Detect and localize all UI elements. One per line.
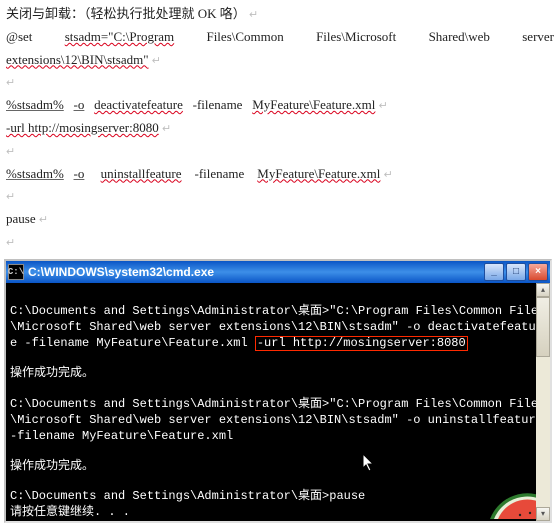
maximize-button[interactable]: □: [506, 263, 526, 281]
document-area: 关闭与卸载：（轻松执行批处理就 OK 咯） ↵ @set stsadm="C:\…: [0, 0, 560, 253]
para-mark: ↵: [162, 123, 171, 135]
console-line: C:\Documents and Settings\Administrator\…: [10, 396, 546, 445]
console-line: C:\Documents and Settings\Administrator\…: [10, 303, 546, 352]
t: Files\Microsoft: [316, 29, 396, 44]
t: MyFeature\Feature.xml: [257, 166, 380, 181]
t: -url http://mosingserver:8080: [6, 120, 159, 135]
para-mark: ↵: [384, 169, 393, 181]
para-mark: ↵: [379, 100, 388, 112]
t: deactivatefeature: [94, 97, 183, 112]
t: %stsadm%: [6, 166, 64, 181]
cmd-icon: C:\: [8, 264, 24, 280]
t: pause: [6, 211, 36, 226]
para-mark: ↵: [6, 237, 15, 249]
para-mark: ↵: [249, 9, 258, 21]
t-stsadm: stsadm="C:\Program: [65, 29, 174, 44]
window-title: C:\WINDOWS\system32\cmd.exe: [28, 265, 484, 279]
vertical-scrollbar[interactable]: ▴ ▾: [536, 283, 550, 521]
blank-para: ↵: [6, 141, 554, 162]
code-line-6: pause ↵: [6, 209, 554, 230]
t: -o: [74, 97, 85, 112]
code-line-5: %stsadm% -o uninstallfeature -filename M…: [6, 164, 554, 185]
code-line-4: -url http://mosingserver:8080 ↵: [6, 118, 554, 139]
highlighted-url: -url http://mosingserver:8080: [255, 336, 468, 351]
t: %stsadm%: [6, 97, 64, 112]
t: extensions\12\BIN\stsadm": [6, 52, 149, 67]
para-mark: ↵: [6, 191, 15, 203]
para-mark: ↵: [39, 214, 48, 226]
blank-para: ↵: [6, 186, 554, 207]
para-mark: ↵: [6, 77, 15, 89]
console-line-success: 操作成功完成。: [10, 458, 546, 474]
console-line: 请按任意键继续. . .: [10, 504, 546, 520]
blank-para: ↵: [6, 232, 554, 253]
titlebar[interactable]: C:\ C:\WINDOWS\system32\cmd.exe _ □ ×: [6, 261, 550, 283]
code-line-2: extensions\12\BIN\stsadm" ↵: [6, 50, 554, 71]
t: -filename: [194, 166, 244, 181]
t: @set: [6, 29, 32, 44]
close-button[interactable]: ×: [528, 263, 548, 281]
console-output[interactable]: C:\Documents and Settings\Administrator\…: [6, 283, 550, 521]
para-mark: ↵: [152, 55, 161, 67]
t: MyFeature\Feature.xml: [252, 97, 375, 112]
console-line-success: 操作成功完成。: [10, 365, 546, 381]
heading-text: 关闭与卸载：（轻松执行批处理就 OK 咯）: [6, 6, 246, 21]
t: Files\Common: [206, 29, 283, 44]
t: uninstallfeature: [101, 166, 182, 181]
t: server: [522, 29, 554, 44]
para-mark: ↵: [6, 146, 15, 158]
code-line-3: %stsadm% -o deactivatefeature -filename …: [6, 95, 554, 116]
minimize-button[interactable]: _: [484, 263, 504, 281]
console-line: C:\Documents and Settings\Administrator\…: [10, 488, 546, 504]
scroll-up-button[interactable]: ▴: [536, 283, 550, 297]
heading-red: 关闭与卸载：（轻松执行批处理就 OK 咯） ↵: [6, 4, 554, 25]
cmd-window: C:\ C:\WINDOWS\system32\cmd.exe _ □ × C:…: [4, 259, 552, 523]
scroll-thumb[interactable]: [536, 297, 550, 357]
scroll-down-button[interactable]: ▾: [536, 507, 550, 521]
t: Shared\web: [429, 29, 490, 44]
blank-para: ↵: [6, 72, 554, 93]
window-buttons: _ □ ×: [484, 263, 548, 281]
code-line-1: @set stsadm="C:\Program Files\Common Fil…: [6, 27, 554, 48]
t: -filename: [193, 97, 243, 112]
t: -o: [74, 166, 85, 181]
